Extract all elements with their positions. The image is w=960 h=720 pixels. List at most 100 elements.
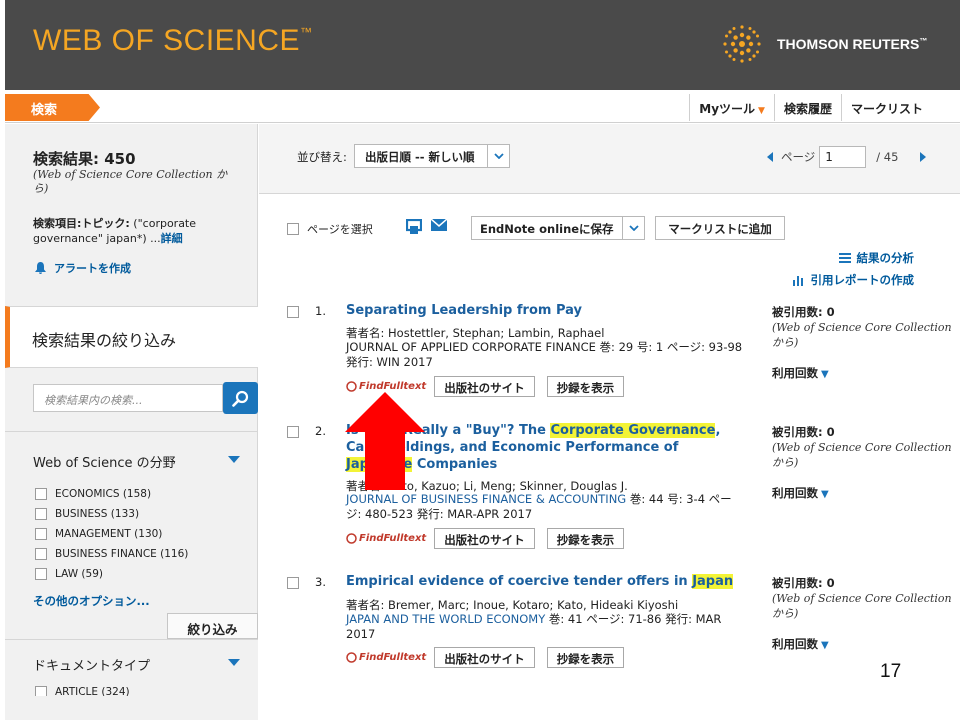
fulltext-icon [346, 533, 357, 544]
search-within-results-input[interactable]: 検索結果内の検索... [33, 384, 223, 412]
document-type-panel [5, 639, 258, 720]
query-details-link[interactable]: 詳細 [161, 232, 183, 245]
categories-list: ECONOMICS (158) BUSINESS (133) MANAGEMEN… [35, 484, 188, 584]
caret-down-icon[interactable] [228, 456, 240, 463]
search-history-link[interactable]: 検索履歴 [773, 94, 841, 121]
citation-count: 被引用数: 0 (Web of Science Core Collection … [772, 576, 952, 620]
record-authors: 著者名: Bremer, Marc; Inoue, Kotaro; Kato, … [346, 598, 679, 612]
slide-number: 17 [880, 661, 902, 682]
chevron-down-icon: ▼ [821, 369, 829, 380]
wos-categories-title[interactable]: Web of Science の分野 [33, 452, 176, 471]
chevron-down-icon [629, 225, 639, 231]
document-type-title[interactable]: ドキュメントタイプ [33, 655, 150, 674]
chevron-down-icon: ▼ [821, 640, 829, 651]
checkbox[interactable] [35, 488, 47, 500]
find-fulltext-button[interactable]: FindFulltext [346, 652, 426, 663]
record-authors: 著者名: Hostettler, Stephan; Lambin, Raphae… [346, 326, 605, 340]
tab-search[interactable]: 検索 [5, 94, 100, 121]
bell-icon [35, 262, 46, 274]
checkbox[interactable] [35, 528, 47, 540]
record-checkbox[interactable] [287, 306, 299, 318]
page-number-input[interactable]: 1 [819, 146, 867, 168]
results-toolbar: ページを選択 EndNote onlineに保存 マークリストに追加 [259, 216, 960, 240]
analyze-results-link[interactable]: 結果の分析 [838, 250, 914, 266]
thomson-reuters-wordmark: THOMSON REUTERS™ [777, 36, 928, 52]
my-tools-menu[interactable]: Myツール ▼ [689, 94, 774, 121]
checkbox[interactable] [35, 686, 47, 696]
record-title-link[interactable]: Separating Leadership from Pay [346, 302, 746, 319]
show-abstract-button[interactable]: 抄録を表示 [546, 647, 625, 668]
category-item[interactable]: BUSINESS FINANCE (116) [35, 544, 188, 564]
list-icon [838, 253, 851, 263]
marked-list-link[interactable]: マークリスト [840, 94, 932, 121]
category-item[interactable]: LAW (59) [35, 564, 188, 584]
page-total: / 45 [876, 150, 899, 164]
save-to-endnote-select[interactable]: EndNote onlineに保存 [471, 216, 645, 240]
web-of-science-logo[interactable]: WEB OF SCIENCE™ [33, 24, 313, 58]
publisher-site-button[interactable]: 出版社のサイト [434, 376, 535, 397]
search-icon [232, 390, 249, 407]
record-actions: FindFulltext 出版社のサイト 抄録を表示 [346, 528, 636, 549]
citation-report-link[interactable]: 引用レポートの作成 [792, 272, 914, 288]
pagination: ページ 1 / 45 [767, 146, 927, 168]
publisher-site-button[interactable]: 出版社のサイト [434, 647, 535, 668]
category-item[interactable]: ECONOMICS (158) [35, 484, 188, 504]
create-alert-link[interactable]: アラートを作成 [35, 260, 131, 276]
record-source: JAPAN AND THE WORLD ECONOMY 巻: 41 ページ: 7… [346, 612, 722, 641]
category-item[interactable]: MANAGEMENT (130) [35, 524, 188, 544]
search-within-button[interactable] [223, 382, 258, 414]
record-checkbox[interactable] [287, 577, 299, 589]
checkbox[interactable] [35, 508, 47, 520]
record-title-link[interactable]: Empirical evidence of coercive tender of… [346, 573, 746, 590]
chevron-down-icon [494, 153, 504, 159]
nav-bar: 検索 Myツール ▼ 検索履歴 マークリスト [5, 90, 960, 123]
record-number: 2. [315, 424, 326, 438]
caret-down-icon[interactable] [228, 659, 240, 666]
sort-select[interactable]: 出版日順 -- 新しい順 [354, 144, 510, 168]
sidebar: 検索結果: 450 (Web of Science Core Collectio… [5, 124, 258, 720]
publisher-site-button[interactable]: 出版社のサイト [434, 528, 535, 549]
bar-chart-icon [792, 275, 803, 286]
fulltext-icon [346, 381, 357, 392]
record-source: JOURNAL OF BUSINESS FINANCE & ACCOUNTING… [346, 492, 732, 521]
results-count: 検索結果: 450 [33, 150, 136, 168]
prev-page-icon[interactable] [767, 152, 773, 162]
more-options-link[interactable]: その他のオプション... [33, 593, 150, 609]
dropdown-arrow[interactable] [622, 217, 644, 239]
record-number: 1. [315, 304, 326, 318]
show-abstract-button[interactable]: 抄録を表示 [546, 528, 625, 549]
nav-links: Myツール ▼ 検索履歴 マークリスト [689, 94, 932, 121]
chevron-down-icon: ▼ [821, 489, 829, 500]
search-query-summary: 検索項目:トピック: ("corporate governance" japan… [33, 217, 197, 245]
sort-bar: 並び替え: 出版日順 -- 新しい順 ページ 1 / 45 [259, 124, 960, 194]
usage-count-toggle[interactable]: 利用回数 ▼ [772, 365, 829, 381]
show-abstract-button[interactable]: 抄録を表示 [546, 376, 625, 397]
checkbox[interactable] [35, 568, 47, 580]
next-page-icon[interactable] [920, 152, 927, 162]
dropdown-arrow[interactable] [487, 145, 509, 167]
refine-button[interactable]: 絞り込み [167, 613, 258, 639]
find-fulltext-button[interactable]: FindFulltext [346, 533, 426, 544]
checkbox[interactable] [287, 223, 299, 235]
checkbox[interactable] [35, 548, 47, 560]
app-header: WEB OF SCIENCE™ THOMSON REUTERS™ [5, 0, 960, 90]
citation-count: 被引用数: 0 (Web of Science Core Collection … [772, 305, 952, 349]
find-fulltext-button[interactable]: FindFulltext [346, 381, 426, 392]
usage-count-toggle[interactable]: 利用回数 ▼ [772, 636, 829, 652]
record-number: 3. [315, 575, 326, 589]
document-type-item[interactable]: ARTICLE (324) [35, 686, 130, 696]
page-label: ページ [781, 150, 816, 164]
select-page-control[interactable]: ページを選択 [287, 221, 373, 237]
refine-results-panel: 検索結果の絞り込み [5, 306, 258, 368]
citation-count: 被引用数: 0 (Web of Science Core Collection … [772, 425, 952, 469]
fulltext-icon [346, 652, 357, 663]
usage-count-toggle[interactable]: 利用回数 ▼ [772, 485, 829, 501]
results-database: (Web of Science Core Collection から) [33, 168, 228, 195]
category-item[interactable]: BUSINESS (133) [35, 504, 188, 524]
record-checkbox[interactable] [287, 426, 299, 438]
print-icon[interactable] [406, 219, 422, 235]
add-to-marked-list-button[interactable]: マークリストに追加 [655, 216, 785, 240]
refine-results-title: 検索結果の絞り込み [32, 331, 177, 350]
record-actions: FindFulltext 出版社のサイト 抄録を表示 [346, 647, 636, 668]
email-icon[interactable] [431, 219, 447, 231]
